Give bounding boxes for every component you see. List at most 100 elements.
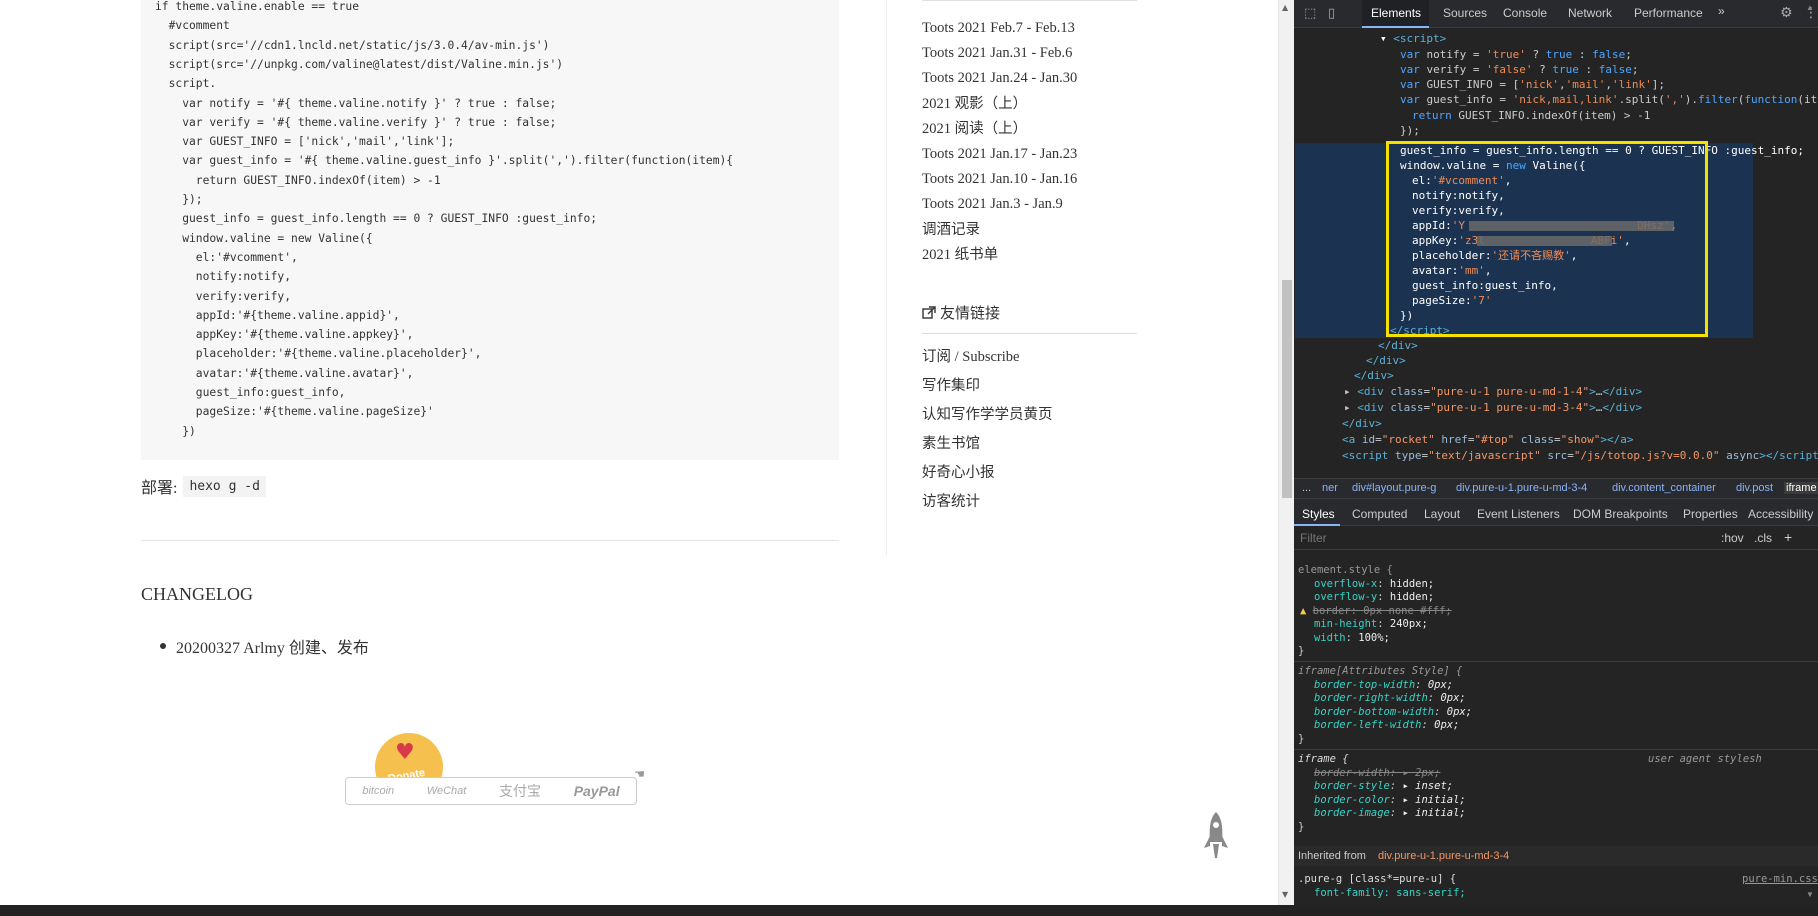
hov-toggle[interactable]: :hov — [1721, 531, 1744, 545]
recent-post-link[interactable]: Toots 2021 Feb.7 - Feb.13 — [922, 16, 1077, 41]
recent-posts-list: Toots 2021 Feb.7 - Feb.13 Toots 2021 Jan… — [922, 16, 1077, 268]
divider — [1294, 661, 1818, 662]
inspect-element-icon[interactable]: ⬚ — [1304, 6, 1316, 21]
recent-post-link[interactable]: Toots 2021 Jan.24 - Jan.30 — [922, 66, 1077, 91]
code-line: }); — [155, 193, 203, 206]
inherited-from-link[interactable]: div.pure-u-1.pure-u-md-3-4 — [1378, 850, 1509, 862]
breadcrumb-item[interactable]: ... — [1302, 482, 1311, 494]
tab-sources[interactable]: Sources — [1443, 6, 1487, 20]
friend-link[interactable]: 访客统计 — [922, 490, 1053, 519]
code-line: var guest_info = 'nick,mail,link'.split(… — [1400, 93, 1818, 106]
alipay-option[interactable]: 支付宝 — [499, 781, 541, 801]
scroll-down-icon[interactable]: ▼ — [1282, 890, 1288, 899]
recent-post-link[interactable]: Toots 2021 Jan.31 - Feb.6 — [922, 41, 1077, 66]
dom-node-script[interactable]: ▾ <script> — [1380, 31, 1446, 46]
subtab-properties[interactable]: Properties — [1683, 507, 1738, 521]
dom-node-div[interactable]: ▸ <div class="pure-u-1 pure-u-md-3-4">…<… — [1344, 400, 1642, 415]
recent-post-link[interactable]: 2021 观影（上） — [922, 92, 1077, 117]
breadcrumb-item[interactable]: div.content_container — [1612, 482, 1716, 494]
recent-post-link[interactable]: Toots 2021 Jan.3 - Jan.9 — [922, 192, 1077, 217]
donate-methods: bitcoin WeChat 支付宝 PayPal — [345, 777, 637, 805]
deploy-command: hexo g -d — [183, 475, 266, 497]
recent-post-link[interactable]: 2021 纸书单 — [922, 243, 1077, 268]
code-line: notify:notify, — [155, 270, 292, 284]
friend-link[interactable]: 写作集印 — [922, 374, 1053, 403]
code-line: var GUEST_INFO = ['nick','mail','link']; — [1400, 78, 1665, 91]
style-selector: .pure-g [class*=pure-u] { — [1298, 873, 1457, 885]
style-declaration: border-image: ▸ initial; — [1314, 807, 1466, 819]
style-declaration[interactable]: width: 100%; — [1314, 632, 1390, 646]
breadcrumb-item[interactable]: div.pure-u-1.pure-u-md-3-4 — [1456, 482, 1587, 494]
tab-network[interactable]: Network — [1568, 6, 1612, 20]
tab-elements[interactable]: Elements — [1371, 6, 1421, 20]
scroll-up-icon[interactable]: ▲ — [1806, 3, 1814, 12]
scroll-down-icon[interactable]: ▼ — [1806, 890, 1814, 899]
tab-console[interactable]: Console — [1503, 6, 1547, 20]
paypal-option[interactable]: PayPal — [574, 783, 620, 799]
friend-link[interactable]: 认知写作学学员黄页 — [922, 403, 1053, 432]
style-declaration[interactable]: border-right-width: 0px; — [1314, 692, 1466, 706]
bitcoin-option[interactable]: bitcoin — [362, 785, 394, 797]
style-declaration[interactable]: font-family: sans-serif; — [1314, 887, 1466, 901]
gear-icon[interactable]: ⚙ — [1780, 5, 1793, 21]
add-rule-button[interactable]: + — [1784, 529, 1792, 545]
blog-page: if theme.valine.enable == true #vcomment… — [0, 0, 1278, 905]
code-line: var guest_info = '#{ theme.valine.guest_… — [155, 154, 734, 168]
style-declaration[interactable]: ▲ border: 0px none #fff; — [1300, 605, 1452, 619]
friend-link[interactable]: 好奇心小报 — [922, 461, 1053, 490]
style-declaration[interactable]: overflow-x: hidden; — [1314, 578, 1434, 592]
style-declaration: border-color: ▸ initial; — [1314, 794, 1466, 806]
user-agent-label: user agent stylesh — [1648, 753, 1762, 765]
deploy-label: 部署: — [141, 480, 178, 497]
code-line: guest_info:guest_info, — [155, 386, 346, 399]
bottom-bar — [0, 905, 1818, 916]
subtab-event-listeners[interactable]: Event Listeners — [1477, 507, 1560, 521]
dom-node-script[interactable]: <script type="text/javascript" src="/js/… — [1342, 448, 1818, 463]
code-line: script. — [155, 77, 217, 91]
recent-post-link[interactable]: Toots 2021 Jan.17 - Jan.23 — [922, 142, 1077, 167]
styles-filter-input[interactable] — [1300, 530, 1600, 546]
style-selector: element.style { — [1298, 564, 1393, 576]
tab-performance[interactable]: Performance — [1634, 6, 1703, 20]
code-line: guest_info = guest_info.length == 0 ? GU… — [155, 212, 598, 226]
scrollbar-thumb[interactable] — [1282, 280, 1292, 498]
style-selector: iframe[Attributes Style] { — [1298, 665, 1463, 677]
recent-post-link[interactable]: 调酒记录 — [922, 218, 1077, 243]
subtab-computed[interactable]: Computed — [1352, 507, 1407, 521]
code-line: placeholder:'#{theme.valine.placeholder}… — [155, 347, 482, 361]
style-declaration[interactable]: border-left-width: 0px; — [1314, 719, 1459, 733]
subtab-styles[interactable]: Styles — [1302, 507, 1335, 521]
friend-link[interactable]: 素生书馆 — [922, 432, 1053, 461]
subtab-dom-breakpoints[interactable]: DOM Breakpoints — [1573, 507, 1668, 521]
back-to-top-rocket-icon[interactable] — [1204, 812, 1228, 858]
code-line: pageSize:'#{theme.valine.pageSize}' — [155, 405, 434, 419]
recent-post-link[interactable]: Toots 2021 Jan.10 - Jan.16 — [922, 167, 1077, 192]
dom-node-div[interactable]: ▸ <div class="pure-u-1 pure-u-md-1-4">…<… — [1344, 384, 1642, 399]
devtools-scrollbar[interactable]: ▲ ▼ — [1803, 0, 1818, 905]
code-line: script(src='//cdn1.lncld.net/static/js/3… — [155, 38, 550, 52]
breadcrumb-item[interactable]: ner — [1322, 482, 1338, 494]
style-declaration[interactable]: border-bottom-width: 0px; — [1314, 706, 1472, 720]
external-link-icon — [922, 305, 936, 319]
breadcrumb-item[interactable]: div.post — [1736, 482, 1773, 494]
subtab-layout[interactable]: Layout — [1424, 507, 1460, 521]
style-declaration[interactable]: overflow-y: hidden; — [1314, 591, 1434, 605]
wechat-option[interactable]: WeChat — [427, 785, 467, 797]
scroll-up-icon[interactable]: ▲ — [1282, 3, 1288, 12]
devtools-panel: ⬚ ▯ Elements Sources Console Network Per… — [1294, 0, 1818, 905]
page-scrollbar[interactable]: ▲ ▼ — [1278, 0, 1294, 905]
code-line: window.valine = new Valine({ — [155, 231, 373, 245]
code-line: }) — [155, 424, 196, 438]
breadcrumb-item[interactable]: div#layout.pure-g — [1352, 482, 1436, 494]
style-declaration[interactable]: border-top-width: 0px; — [1314, 679, 1453, 693]
device-toolbar-icon[interactable]: ▯ — [1328, 6, 1335, 21]
dom-node-close: </div> — [1378, 339, 1418, 352]
style-declaration[interactable]: min-height: 240px; — [1314, 618, 1428, 632]
more-tabs-button[interactable]: » — [1718, 4, 1725, 18]
dom-node-anchor[interactable]: <a id="rocket" href="#top" class="show">… — [1342, 432, 1633, 447]
friend-link[interactable]: 订阅 / Subscribe — [922, 345, 1053, 374]
cls-toggle[interactable]: .cls — [1754, 531, 1772, 545]
code-line: return GUEST_INFO.indexOf(item) > -1 — [155, 173, 441, 187]
code-line: verify:verify, — [155, 289, 292, 303]
recent-post-link[interactable]: 2021 阅读（上） — [922, 117, 1077, 142]
